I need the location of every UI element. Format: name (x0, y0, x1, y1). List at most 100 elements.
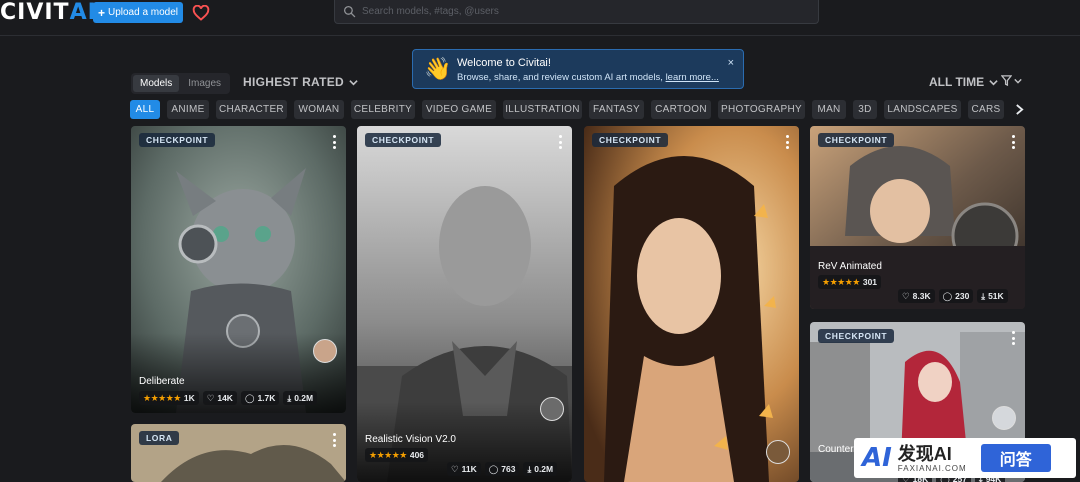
chip-landscapes[interactable]: LANDSCAPES (884, 100, 961, 119)
download-count: 0.2M (534, 464, 554, 474)
toast-title: Welcome to Civitai! (457, 57, 551, 69)
model-title: Deliberate (139, 376, 185, 387)
chip-3d[interactable]: 3D (853, 100, 877, 119)
downloads-pill: ⤓ 0.2M (283, 391, 318, 405)
more-options-icon[interactable] (1007, 331, 1019, 345)
review-count: 301 (862, 277, 878, 287)
search-bar[interactable] (334, 0, 819, 24)
comment-icon: ◯ (244, 392, 255, 403)
model-stats: ★★★★★ 406 (365, 448, 429, 462)
upload-model-label: Upload a model (107, 7, 179, 18)
chip-anime[interactable]: ANIME (167, 100, 209, 119)
rating-pill: ★★★★★ 406 (365, 448, 429, 462)
model-stats: ★★★★★ 301 (818, 275, 882, 289)
likes-pill: ♡ 14K (202, 391, 237, 405)
model-card[interactable]: LORA (131, 424, 346, 482)
chip-fantasy[interactable]: FANTASY (589, 100, 644, 119)
downloads-pill: ⤓ 0.2M (523, 462, 558, 476)
sort-label: HIGHEST RATED (243, 75, 345, 89)
type-badge: CHECKPOINT (818, 133, 895, 147)
tab-images[interactable]: Images (181, 75, 228, 92)
more-options-icon[interactable] (1007, 135, 1019, 149)
comments-pill: ◯ 1.7K (240, 391, 280, 405)
chip-cars[interactable]: CARS (968, 100, 1004, 119)
creator-avatar[interactable] (540, 397, 564, 421)
chip-video-game[interactable]: VIDEO GAME (422, 100, 496, 119)
more-options-icon[interactable] (328, 135, 340, 149)
review-count: 1K (183, 393, 195, 403)
comments-pill: ◯ 230 (938, 289, 974, 303)
chevron-down-icon (349, 79, 358, 85)
search-input[interactable] (362, 6, 802, 17)
chip-woman[interactable]: WOMAN (294, 100, 344, 119)
welcome-toast: 👋 Welcome to Civitai! Browse, share, and… (412, 49, 744, 89)
comments-pill: ◯ 763 (484, 462, 520, 476)
downloads-pill: ⤓ 51K (977, 289, 1008, 303)
toast-body-text: Browse, share, and review custom AI art … (457, 72, 666, 83)
category-chips: ALL ANIME CHARACTER WOMAN CELEBRITY VIDE… (130, 100, 1030, 120)
chip-man[interactable]: MAN (812, 100, 846, 119)
type-badge: CHECKPOINT (818, 329, 895, 343)
review-count: 406 (409, 450, 425, 460)
comment-icon: ◯ (942, 290, 953, 301)
like-count: 11K (461, 464, 477, 474)
model-card[interactable]: CHECKPOINT ReV Animated ★★★★★ 301 ♡ 8.3K ◯… (810, 126, 1025, 309)
upload-model-button[interactable]: + Upload a model (93, 2, 183, 23)
period-dropdown[interactable]: ALL TIME (929, 75, 998, 89)
like-count: 14K (217, 393, 233, 403)
more-options-icon[interactable] (328, 433, 340, 447)
top-header: CIVIT AI + Upload a model (0, 0, 1080, 36)
chevron-right-icon (1015, 104, 1024, 115)
likes-pill: ♡ 11K (447, 462, 481, 476)
filter-icon (1001, 75, 1012, 86)
creator-avatar[interactable] (313, 339, 337, 363)
heart-icon (192, 4, 210, 21)
creator-avatar[interactable] (766, 440, 790, 464)
comment-count: 1.7K (257, 393, 276, 403)
model-card[interactable]: CHECKPOINT Realistic Vision V2.0 ★★★★★ 40… (357, 126, 572, 482)
comment-count: 763 (501, 464, 516, 474)
rating-pill: ★★★★★ 1K (139, 391, 199, 405)
chip-cartoon[interactable]: CARTOON (651, 100, 711, 119)
model-card[interactable]: CHECKPOINT (584, 126, 799, 482)
content-type-switch: Models Images (131, 73, 230, 94)
download-count: 51K (988, 291, 1004, 301)
type-badge: CHECKPOINT (139, 133, 216, 147)
chip-celebrity[interactable]: CELEBRITY (351, 100, 415, 119)
sort-dropdown[interactable]: HIGHEST RATED (243, 75, 358, 89)
tab-models[interactable]: Models (133, 75, 180, 92)
chip-all[interactable]: ALL (130, 100, 160, 119)
type-badge: CHECKPOINT (365, 133, 442, 147)
logo-text: CIVIT (0, 0, 70, 25)
more-options-icon[interactable] (781, 135, 793, 149)
civitai-logo[interactable]: CIVIT AI (0, 0, 97, 25)
model-stats: ★★★★★ 1K ♡ 14K ◯ 1.7K ⤓ 0.2M (139, 391, 318, 405)
learn-more-link[interactable]: learn more... (666, 72, 719, 83)
watermark-title: 发现AI (897, 443, 952, 464)
favorites-button[interactable] (190, 2, 212, 23)
period-label: ALL TIME (929, 75, 985, 89)
rating-pill: ★★★★★ 301 (818, 275, 882, 289)
chevron-down-icon (989, 79, 998, 85)
model-card[interactable]: CHECKPOINT Deliberate ★★★★★ 1K ♡ 14K ◯ 1.7K… (131, 126, 346, 413)
download-count: 0.2M (294, 393, 314, 403)
type-badge: CHECKPOINT (592, 133, 669, 147)
likes-pill: ♡ 8.3K (898, 289, 935, 303)
model-title: Realistic Vision V2.0 (365, 434, 456, 445)
creator-avatar[interactable] (992, 406, 1016, 430)
filter-button[interactable] (1001, 75, 1022, 86)
rating-stars-icon: ★★★★★ (822, 276, 860, 287)
toast-body: Browse, share, and review custom AI art … (457, 72, 719, 83)
heart-outline-icon: ♡ (206, 392, 215, 403)
like-count: 8.3K (912, 291, 931, 301)
close-icon[interactable]: × (728, 57, 734, 69)
chip-illustration[interactable]: ILLUSTRATION (503, 100, 582, 119)
watermark-logo-icon: AI (862, 443, 892, 473)
heart-outline-icon: ♡ (902, 290, 910, 301)
chips-scroll-right[interactable] (1010, 100, 1028, 119)
chip-character[interactable]: CHARACTER (216, 100, 287, 119)
search-icon (343, 5, 356, 18)
watermark-qa-badge: 问答 (980, 444, 1051, 472)
more-options-icon[interactable] (554, 135, 566, 149)
chip-photography[interactable]: PHOTOGRAPHY (718, 100, 805, 119)
